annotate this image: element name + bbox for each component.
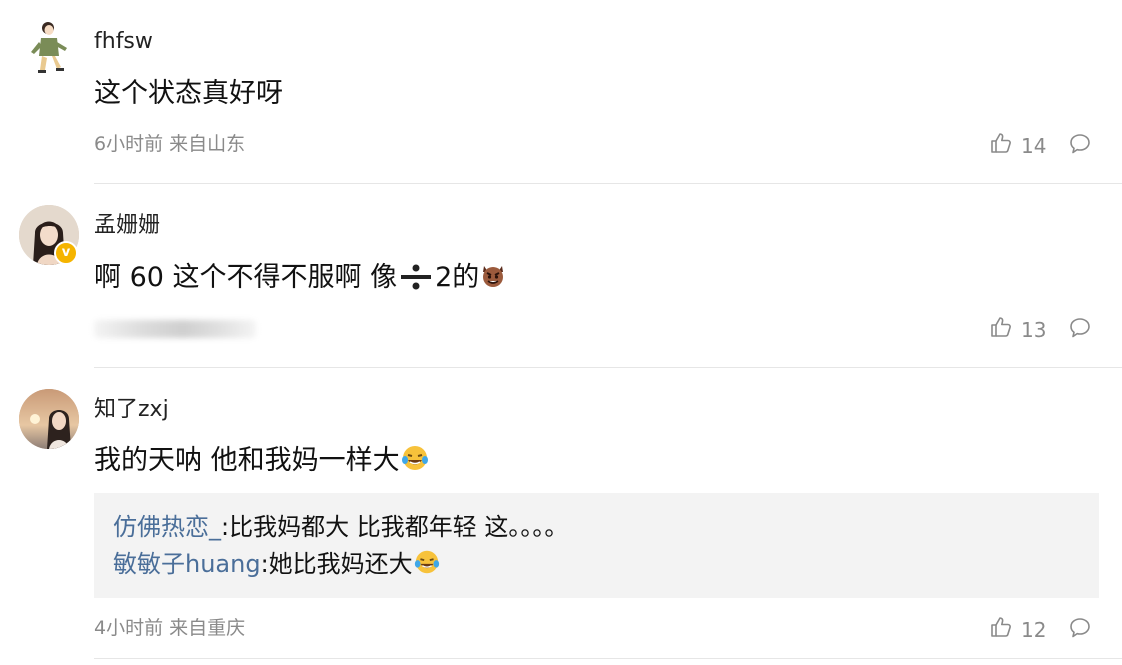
like-count: 13	[1021, 317, 1047, 342]
comment-bubble-icon	[1068, 134, 1092, 160]
comment-bubble-icon	[1068, 318, 1092, 344]
reply-button[interactable]	[1068, 616, 1092, 644]
avatar[interactable]	[19, 389, 79, 449]
reply-button[interactable]	[1068, 132, 1092, 160]
sub-reply-text: :她比我妈还大	[260, 550, 413, 578]
thumbs-up-icon	[989, 615, 1021, 644]
sub-replies-box: 仿佛热恋_:比我妈都大 比我都年轻 这。。。。 敏敏子huang:她比我妈还大	[94, 493, 1099, 598]
verified-badge-icon: v	[54, 241, 78, 265]
comment-text-part: 啊 60 这个不得不服啊 像	[94, 262, 398, 293]
sub-reply-username[interactable]: 仿佛热恋_	[113, 513, 221, 541]
like-button[interactable]: 12	[989, 615, 1046, 644]
like-button[interactable]: 13	[989, 315, 1046, 344]
laughing-tears-emoji	[413, 548, 441, 585]
like-count: 12	[1021, 617, 1047, 642]
username[interactable]: fhfsw	[94, 27, 153, 57]
thumbs-up-icon	[989, 315, 1021, 344]
sub-reply-text: :比我妈都大 比我都年轻 这。。。。	[221, 513, 569, 541]
comment-meta: 6小时前 来自山东	[94, 133, 246, 155]
divider	[94, 658, 1122, 659]
username[interactable]: 知了zxj	[94, 395, 169, 425]
comment-text: 啊 60 这个不得不服啊 像 2的	[94, 258, 507, 303]
comment-text: 这个状态真好呀	[94, 78, 283, 109]
comment-text-part: 2的	[435, 262, 480, 293]
divider	[94, 183, 1122, 184]
avatar[interactable]	[19, 18, 79, 78]
reply-button[interactable]	[1068, 316, 1092, 344]
like-button[interactable]: 14	[989, 131, 1046, 160]
like-count: 14	[1021, 133, 1047, 158]
devil-face-emoji	[479, 262, 507, 302]
sub-reply: 敏敏子huang:她比我妈还大	[113, 547, 441, 585]
username[interactable]: 孟姗姗	[94, 211, 160, 241]
comment-meta: 4小时前 来自重庆	[94, 617, 246, 639]
thumbs-up-icon	[989, 131, 1021, 160]
comment-bubble-icon	[1068, 618, 1092, 644]
comment-text: 我的天呐 他和我妈一样大	[94, 441, 430, 485]
divider	[94, 367, 1122, 368]
blurred-meta	[94, 320, 256, 338]
division-sign-icon	[399, 263, 433, 303]
sub-reply: 仿佛热恋_:比我妈都大 比我都年轻 这。。。。	[113, 510, 568, 544]
laughing-tears-emoji	[400, 443, 430, 485]
comment-text-part: 我的天呐 他和我妈一样大	[94, 445, 400, 476]
sub-reply-username[interactable]: 敏敏子huang	[113, 550, 261, 578]
